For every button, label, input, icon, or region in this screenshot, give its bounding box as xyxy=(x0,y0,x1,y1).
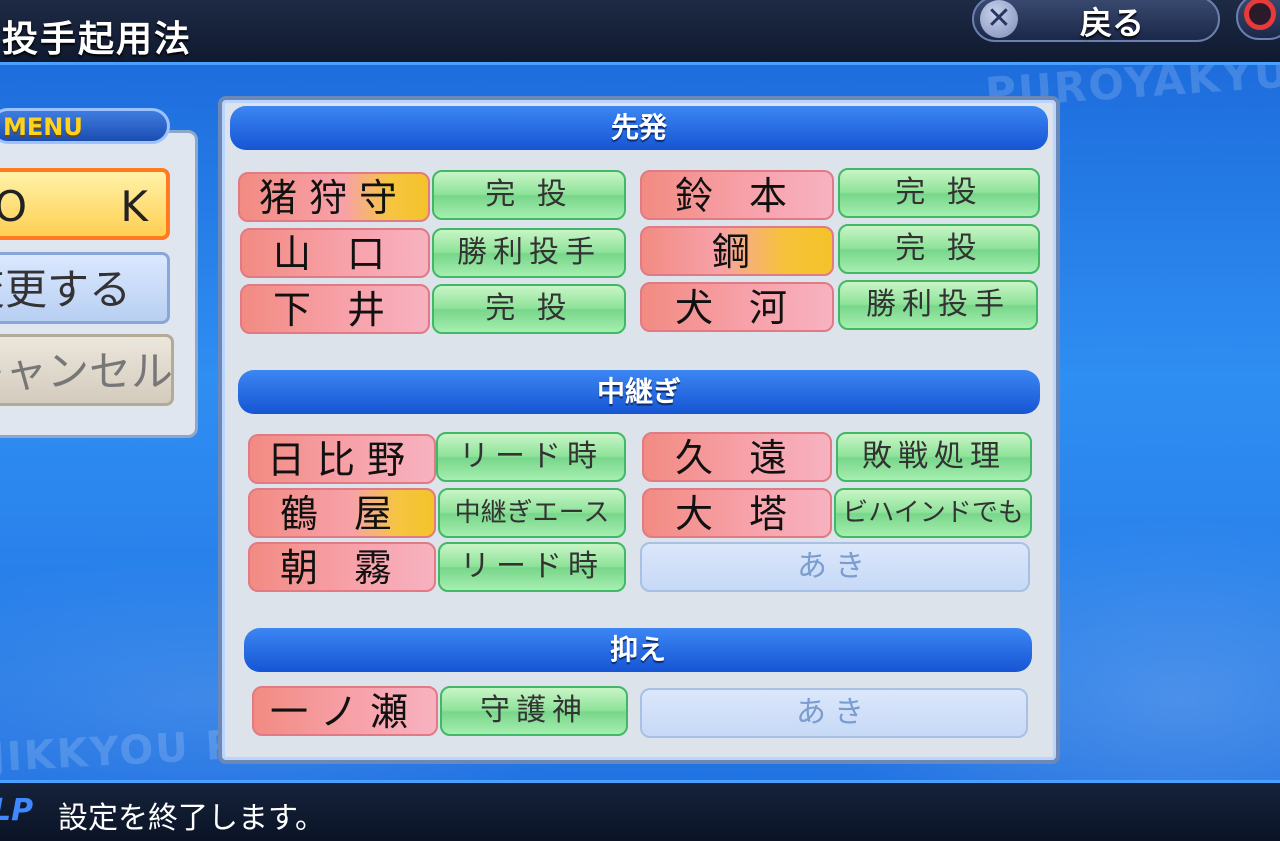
starter-1-name[interactable]: 猪狩守 xyxy=(238,172,430,222)
reliever-4-name[interactable]: 久 遠 xyxy=(642,432,832,482)
section-header-starters: 先発 xyxy=(230,106,1048,150)
menu-tab: MENU xyxy=(0,108,170,144)
menu-ok-button[interactable]: O K xyxy=(0,168,170,240)
starter-6-role[interactable]: 勝利投手 xyxy=(838,280,1038,330)
reliever-4-role[interactable]: 敗戦処理 xyxy=(836,432,1032,482)
starter-5-name[interactable]: 鋼 xyxy=(640,226,834,276)
closer-2-empty-slot[interactable]: あき xyxy=(640,688,1028,738)
menu-title: MENU xyxy=(3,113,83,141)
help-tag: LP xyxy=(0,793,34,828)
help-text: 設定を終了します。 xyxy=(58,801,325,836)
starter-2-name[interactable]: 山 口 xyxy=(240,228,430,278)
section-header-closer: 抑え xyxy=(244,628,1032,672)
starter-4-name[interactable]: 鈴 本 xyxy=(640,170,834,220)
reliever-3-role[interactable]: リード時 xyxy=(438,542,626,592)
reliever-2-role[interactable]: 中継ぎエース xyxy=(438,488,626,538)
closer-1-role[interactable]: 守護神 xyxy=(440,686,628,736)
closer-1-name[interactable]: 一ノ瀬 xyxy=(252,686,438,736)
help-bar: LP 設定を終了します。 xyxy=(0,780,1280,841)
starter-3-name[interactable]: 下 井 xyxy=(240,284,430,334)
starter-4-role[interactable]: 完 投 xyxy=(838,168,1040,218)
circle-button-icon xyxy=(1244,0,1276,30)
cross-button-icon: ✕ xyxy=(980,0,1018,38)
starter-5-role[interactable]: 完 投 xyxy=(838,224,1040,274)
menu-cancel-button[interactable]: キャンセル xyxy=(0,334,174,406)
starter-2-role[interactable]: 勝利投手 xyxy=(432,228,626,278)
reliever-1-name[interactable]: 日比野 xyxy=(248,434,436,484)
reliever-2-name[interactable]: 鶴 屋 xyxy=(248,488,436,538)
reliever-1-role[interactable]: リード時 xyxy=(436,432,626,482)
back-button-label: 戻る xyxy=(1080,4,1145,42)
starter-1-role[interactable]: 完 投 xyxy=(432,170,626,220)
confirm-button[interactable] xyxy=(1236,0,1280,40)
screen-title: 投手起用法 xyxy=(2,19,193,60)
reliever-6-empty-slot[interactable]: あき xyxy=(640,542,1030,592)
starter-6-name[interactable]: 犬 河 xyxy=(640,282,834,332)
section-header-relievers: 中継ぎ xyxy=(238,370,1040,414)
starter-3-role[interactable]: 完 投 xyxy=(432,284,626,334)
menu-change-button[interactable]: 変更する xyxy=(0,252,170,324)
reliever-3-name[interactable]: 朝 霧 xyxy=(248,542,436,592)
back-button[interactable]: ✕ 戻る xyxy=(972,0,1220,42)
reliever-5-role[interactable]: ビハインドでも xyxy=(834,488,1032,538)
reliever-5-name[interactable]: 大 塔 xyxy=(642,488,832,538)
top-bar: 投手起用法 ✕ 戻る xyxy=(0,0,1280,65)
